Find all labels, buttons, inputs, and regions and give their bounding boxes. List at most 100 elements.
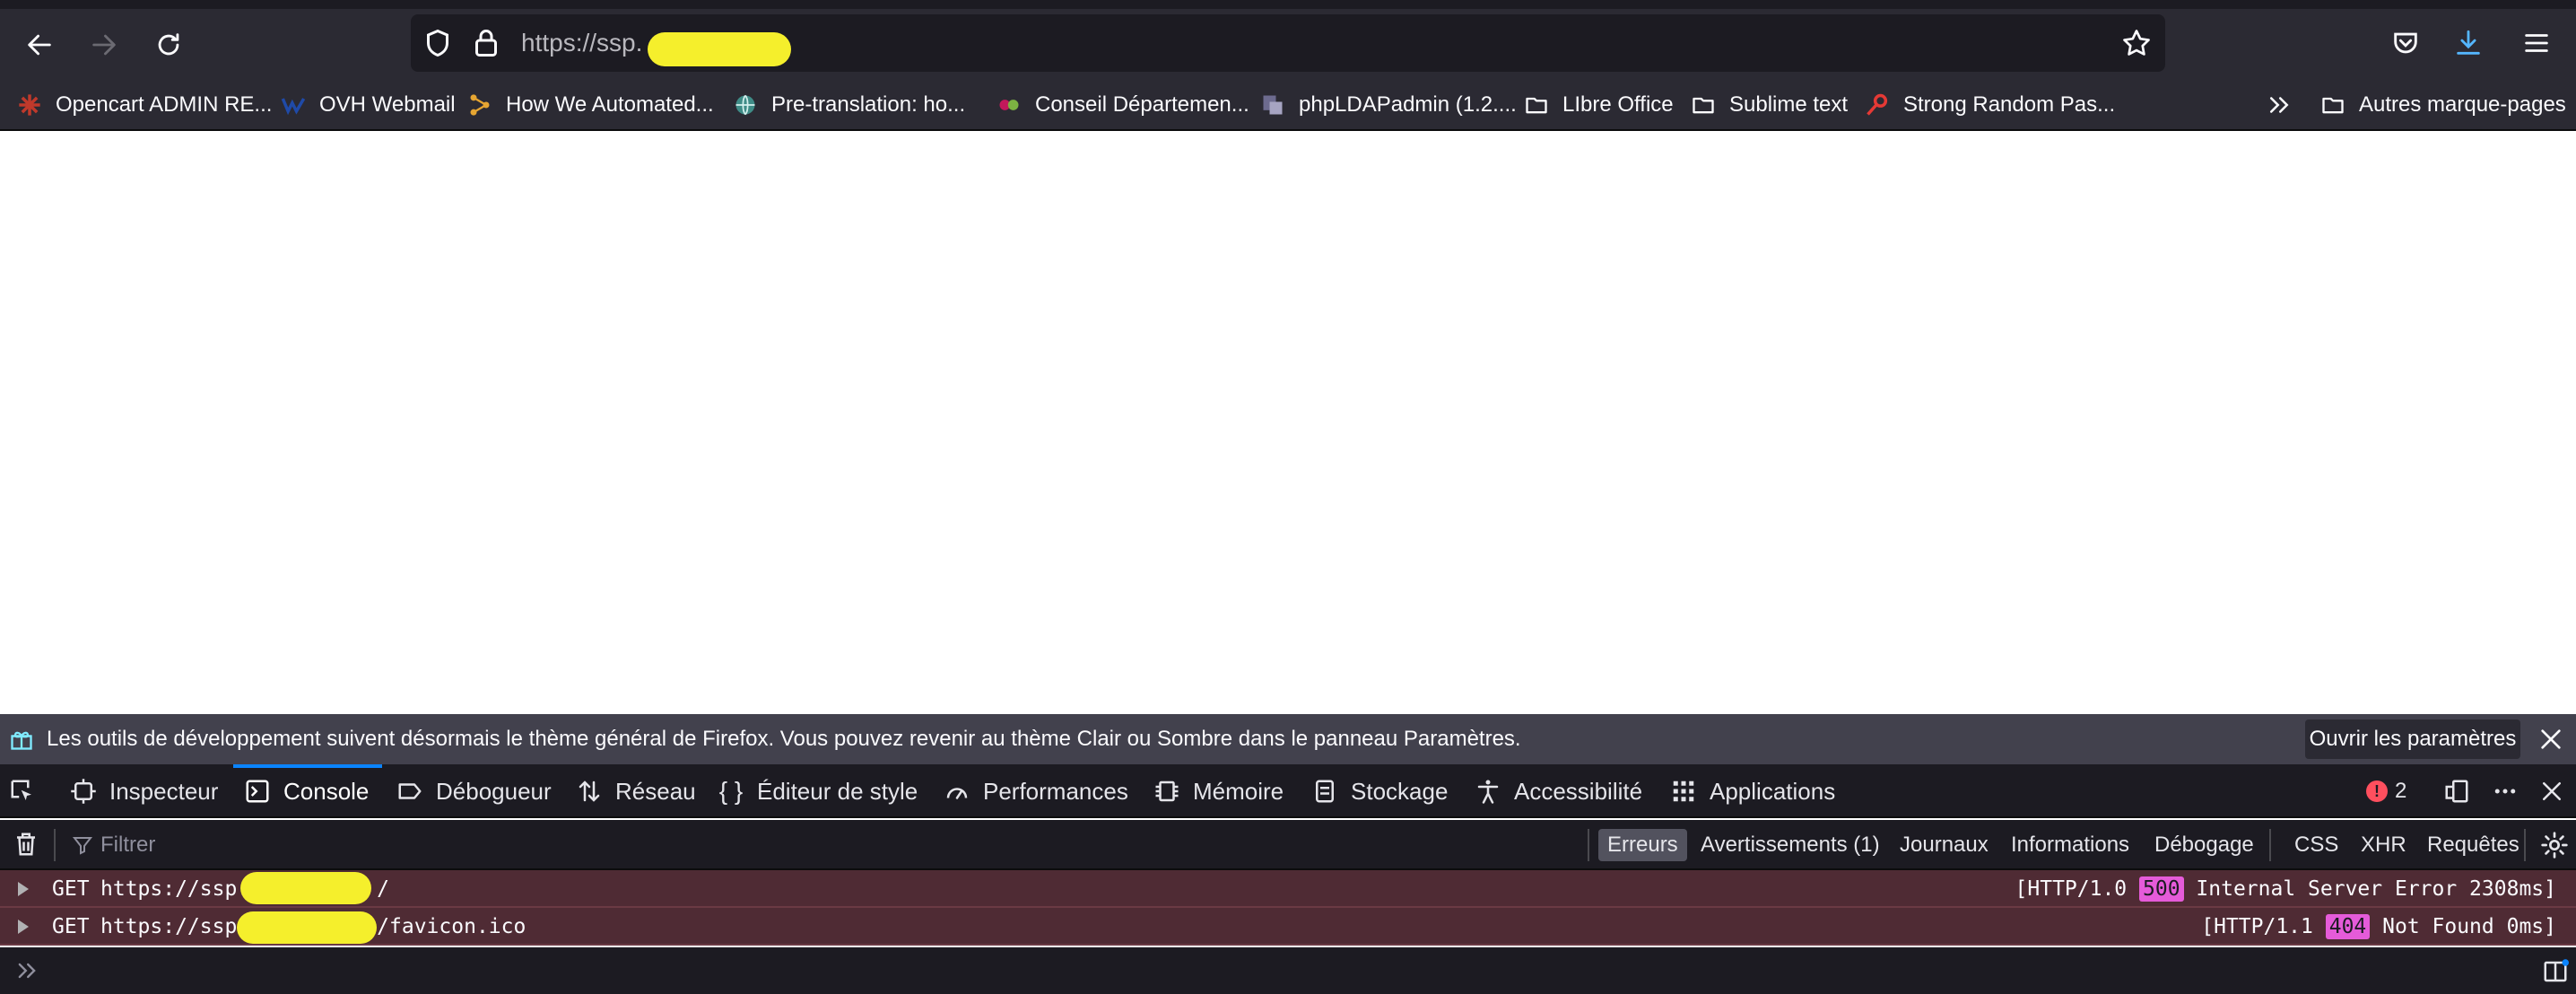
filter-logs[interactable]: Journaux: [1891, 829, 1997, 861]
memory-icon: [1155, 780, 1179, 802]
filter-input[interactable]: Filtrer: [100, 833, 155, 858]
tab-network[interactable]: Réseau: [576, 764, 696, 818]
devtools-options-button[interactable]: [2492, 764, 2531, 818]
applications-icon: [1673, 780, 1694, 802]
tab-storage[interactable]: Stockage: [1311, 764, 1448, 818]
folder-icon: [1523, 92, 1550, 118]
chevron-double-right-icon: [2270, 97, 2289, 113]
conseil-icon: [996, 92, 1023, 118]
pocket-button[interactable]: [2379, 16, 2432, 70]
tab-memory[interactable]: Mémoire: [1153, 764, 1284, 818]
filter-requests[interactable]: Requêtes: [2418, 829, 2528, 861]
bookmark-ovh-webmail[interactable]: OVH Webmail: [280, 84, 456, 126]
filter-css[interactable]: CSS: [2285, 829, 2347, 861]
automation-icon: [466, 92, 493, 118]
notice-text: Les outils de développement suivent déso…: [47, 727, 1521, 751]
expand-arrow-icon[interactable]: [18, 920, 29, 934]
menu-button[interactable]: [2510, 16, 2563, 70]
back-button[interactable]: [11, 16, 68, 74]
tab-debugger[interactable]: Débogueur: [396, 764, 552, 818]
reload-button[interactable]: [140, 16, 197, 74]
other-bookmarks[interactable]: Autres marque-pages: [2319, 84, 2566, 126]
bookmark-libre-office[interactable]: LIbre Office: [1523, 84, 1674, 126]
divider: [2269, 829, 2271, 861]
responsive-design-icon: [2445, 780, 2468, 803]
pocket-icon: [2394, 32, 2417, 54]
bookmark-star-icon[interactable]: [2120, 27, 2153, 59]
filter-info[interactable]: Informations: [2002, 829, 2138, 861]
close-icon[interactable]: [2537, 725, 2565, 754]
ldap-icon: [1259, 92, 1286, 118]
console-filter-bar: Filtrer Erreurs Avertissements (1) Journ…: [0, 820, 2576, 870]
url-redaction: [237, 911, 377, 944]
back-arrow-icon: [28, 34, 51, 56]
forward-button[interactable]: [75, 16, 133, 74]
key-icon: [1864, 92, 1891, 118]
bookmark-opencart[interactable]: Opencart ADMIN RE...: [16, 84, 272, 126]
bookmark-how-we-automated[interactable]: How We Automated...: [466, 84, 714, 126]
style-editor-icon: { }: [718, 777, 744, 805]
downloads-button[interactable]: [2441, 16, 2495, 70]
bookmark-sublime-text[interactable]: Sublime text: [1690, 84, 1848, 126]
console-input[interactable]: [0, 947, 2576, 994]
filter-xhr[interactable]: XHR: [2352, 829, 2415, 861]
folder-icon: [1690, 92, 1717, 118]
tab-applications[interactable]: Applications: [1670, 764, 1835, 818]
opencart-icon: [16, 92, 43, 118]
gear-icon[interactable]: [2540, 831, 2569, 859]
response-status: [HTTP/1.1 404 Not Found 0ms]: [2201, 914, 2556, 939]
responsive-design-button[interactable]: [2443, 764, 2483, 818]
gift-icon: [11, 731, 32, 750]
close-icon: [2543, 782, 2561, 800]
devtools-toolbar: Inspecteur Console Débogueur Réseau { } …: [0, 764, 2576, 818]
filter-errors[interactable]: Erreurs: [1598, 829, 1687, 861]
storage-icon: [1316, 780, 1334, 803]
lock-icon[interactable]: [470, 27, 502, 59]
accessibility-icon: [1477, 780, 1499, 804]
bookmark-strong-random-password[interactable]: Strong Random Pas...: [1864, 84, 2115, 126]
filter-warnings[interactable]: Avertissements (1): [1692, 829, 1889, 861]
network-icon: [579, 780, 600, 802]
console-icon: [246, 780, 269, 803]
tab-console[interactable]: Console: [244, 764, 369, 818]
devtools-theme-notice: Les outils de développement suivent déso…: [0, 714, 2576, 764]
status-code-badge: 500: [2139, 876, 2184, 902]
tab-accessibility[interactable]: Accessibilité: [1475, 764, 1642, 818]
bookmark-phpldapadmin[interactable]: phpLDAPadmin (1.2....: [1259, 84, 1517, 126]
tab-inspector[interactable]: Inspecteur: [70, 764, 218, 818]
close-devtools-button[interactable]: [2538, 764, 2576, 818]
filter-debug[interactable]: Débogage: [2145, 829, 2263, 861]
download-icon: [2457, 30, 2480, 55]
tracking-protection-shield-icon[interactable]: [422, 27, 454, 59]
performance-icon: [946, 788, 968, 799]
filter-icon: [72, 837, 93, 855]
divider: [1588, 829, 1589, 861]
hamburger-menu-icon: [2525, 34, 2548, 52]
browser-chrome: https://ssp. Opencart ADMIN RE... OVH We…: [0, 0, 2576, 131]
console-error-row[interactable]: GET https://ssp./favicon.ico [HTTP/1.1 4…: [0, 908, 2576, 946]
element-picker-button[interactable]: [9, 764, 48, 818]
url-text[interactable]: https://ssp.: [521, 27, 642, 59]
bookmarks-overflow-button[interactable]: [2266, 84, 2293, 126]
tab-strip: [0, 0, 2576, 9]
console-error-row[interactable]: GET https://ssp. / [HTTP/1.0 500 Internal…: [0, 870, 2576, 908]
forward-arrow-icon: [92, 34, 116, 56]
open-settings-button[interactable]: Ouvrir les paramètres: [2305, 719, 2520, 759]
divider: [54, 829, 56, 861]
page-content: [0, 131, 2576, 714]
bookmark-conseil[interactable]: Conseil Départemen...: [996, 84, 1249, 126]
tab-style-editor[interactable]: { } Éditeur de style: [718, 764, 918, 818]
error-count-badge[interactable]: ! 2: [2366, 777, 2406, 806]
debugger-icon: [398, 783, 422, 799]
trash-icon[interactable]: [13, 831, 39, 858]
tab-performance[interactable]: Performances: [944, 764, 1128, 818]
split-console-icon[interactable]: [2542, 958, 2569, 985]
error-icon: !: [2366, 780, 2388, 802]
element-picker-icon: [11, 780, 31, 800]
response-status: [HTTP/1.0 500 Internal Server Error 2308…: [2015, 876, 2556, 902]
inspector-icon: [71, 779, 96, 804]
bookmark-pre-translation[interactable]: Pre-translation: ho...: [732, 84, 965, 126]
url-redaction: [240, 872, 371, 904]
reload-icon: [158, 33, 179, 56]
expand-arrow-icon[interactable]: [18, 882, 29, 896]
